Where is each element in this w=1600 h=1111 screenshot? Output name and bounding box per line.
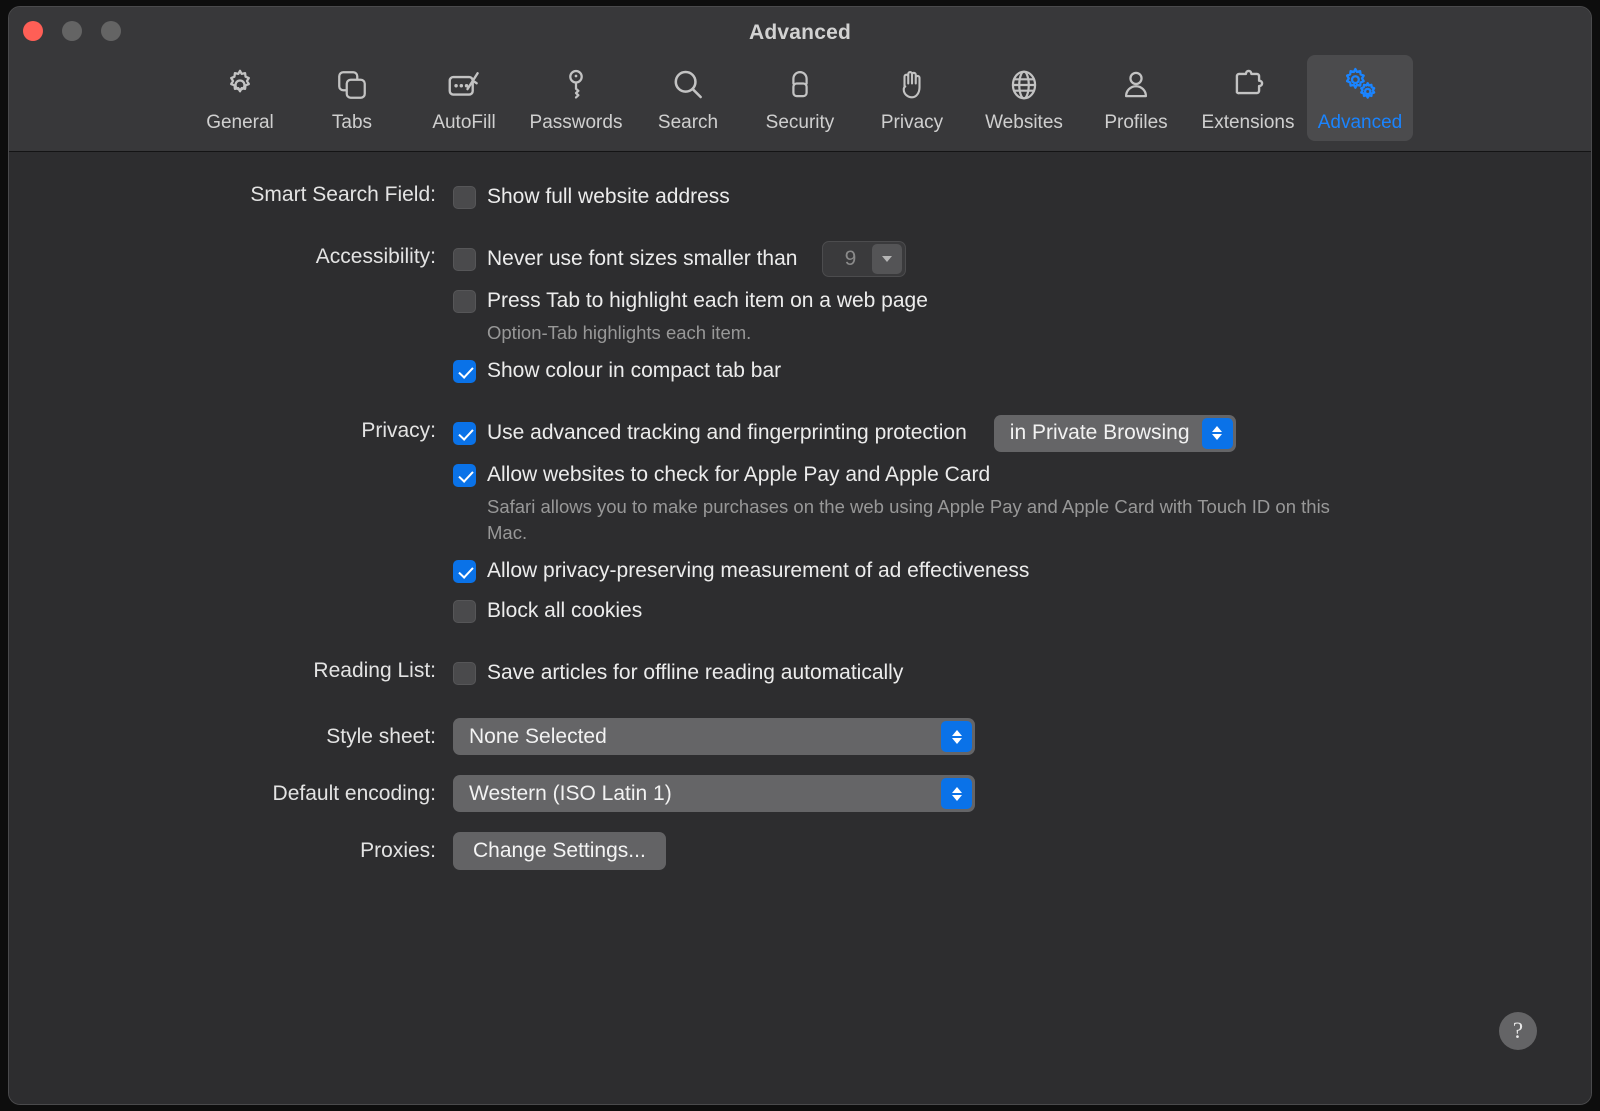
checkbox-box[interactable] [453, 360, 476, 383]
privacy-label: Privacy: [9, 416, 453, 446]
default-encoding-value: Western (ISO Latin 1) [469, 782, 672, 806]
tab-label: Websites [985, 112, 1063, 134]
tab-advanced[interactable]: Advanced [1307, 55, 1413, 141]
tab-label: General [206, 112, 274, 134]
default-encoding-label: Default encoding: [9, 775, 453, 812]
row-privacy: Privacy: Use advanced tracking and finge… [9, 416, 1591, 628]
row-smart-search-field: Smart Search Field: Show full website ad… [9, 180, 1591, 214]
press-tab-help-text: Option-Tab highlights each item. [453, 320, 1333, 346]
tab-label: Privacy [881, 112, 943, 134]
tab-general[interactable]: General [187, 55, 293, 141]
checkbox-label: Allow websites to check for Apple Pay an… [487, 463, 990, 487]
default-encoding-popup[interactable]: Western (ISO Latin 1) [453, 775, 975, 812]
tab-label: Advanced [1318, 112, 1403, 134]
chevron-updown-icon [941, 721, 972, 752]
gears-icon [1340, 64, 1380, 106]
settings-content: Smart Search Field: Show full website ad… [9, 152, 1591, 1104]
checkbox-label: Block all cookies [487, 599, 642, 623]
titlebar-region: Advanced General T [9, 7, 1591, 152]
checkbox-box[interactable] [453, 600, 476, 623]
tab-label: Security [766, 112, 835, 134]
tab-search[interactable]: Search [635, 55, 741, 141]
checkbox-label: Show full website address [487, 185, 730, 209]
tab-extensions[interactable]: Extensions [1195, 55, 1301, 141]
checkbox-label: Show colour in compact tab bar [487, 359, 781, 383]
checkbox-box[interactable] [453, 560, 476, 583]
window-title: Advanced [9, 21, 1591, 45]
tabs-icon [334, 64, 370, 106]
checkbox-minimum-font-size[interactable]: Never use font sizes smaller than 9 [453, 242, 1591, 276]
titlebar: Advanced [9, 7, 1591, 55]
checkbox-box[interactable] [453, 186, 476, 209]
checkbox-label: Press Tab to highlight each item on a we… [487, 289, 928, 313]
checkbox-press-tab-highlight[interactable]: Press Tab to highlight each item on a we… [453, 284, 1591, 318]
puzzle-icon [1229, 64, 1267, 106]
chevron-updown-icon [1202, 418, 1233, 449]
tab-label: Profiles [1104, 112, 1167, 134]
help-button[interactable]: ? [1499, 1012, 1537, 1050]
checkbox-advanced-tracking-protection[interactable]: Use advanced tracking and fingerprinting… [453, 416, 1591, 450]
chevron-updown-icon [941, 778, 972, 809]
key-icon [558, 64, 594, 106]
globe-icon [1005, 64, 1043, 106]
checkbox-box[interactable] [453, 662, 476, 685]
tab-label: Passwords [530, 112, 623, 134]
checkbox-box[interactable] [453, 464, 476, 487]
row-style-sheet: Style sheet: None Selected [9, 718, 1591, 755]
person-icon [1118, 64, 1154, 106]
tab-autofill[interactable]: AutoFill [411, 55, 517, 141]
minimum-font-size-popup[interactable]: 9 [822, 241, 906, 277]
hand-icon [894, 64, 930, 106]
row-accessibility: Accessibility: Never use font sizes smal… [9, 242, 1591, 388]
tab-profiles[interactable]: Profiles [1083, 55, 1189, 141]
smart-search-field-label: Smart Search Field: [9, 180, 453, 210]
tab-label: Extensions [1202, 112, 1295, 134]
chevron-down-icon [872, 244, 902, 274]
row-proxies: Proxies: Change Settings... [9, 832, 1591, 870]
style-sheet-popup[interactable]: None Selected [453, 718, 975, 755]
tracking-protection-scope-popup[interactable]: in Private Browsing [994, 415, 1236, 452]
proxies-label: Proxies: [9, 832, 453, 870]
tab-security[interactable]: Security [747, 55, 853, 141]
accessibility-label: Accessibility: [9, 242, 453, 272]
row-default-encoding: Default encoding: Western (ISO Latin 1) [9, 775, 1591, 812]
settings-toolbar: General Tabs [9, 55, 1591, 151]
checkbox-show-full-website-address[interactable]: Show full website address [453, 180, 1591, 214]
style-sheet-label: Style sheet: [9, 718, 453, 755]
tab-websites[interactable]: Websites [971, 55, 1077, 141]
tab-label: Tabs [332, 112, 372, 134]
change-settings-button[interactable]: Change Settings... [453, 832, 666, 870]
reading-list-label: Reading List: [9, 656, 453, 686]
tab-passwords[interactable]: Passwords [523, 55, 629, 141]
search-icon [669, 64, 707, 106]
checkbox-label: Save articles for offline reading automa… [487, 661, 903, 685]
apple-pay-help-text: Safari allows you to make purchases on t… [453, 494, 1333, 546]
checkbox-save-articles-offline[interactable]: Save articles for offline reading automa… [453, 656, 1591, 690]
tab-label: AutoFill [432, 112, 495, 134]
tab-label: Search [658, 112, 718, 134]
checkbox-box[interactable] [453, 290, 476, 313]
style-sheet-value: None Selected [469, 725, 607, 749]
row-reading-list: Reading List: Save articles for offline … [9, 656, 1591, 690]
settings-window: Advanced General T [8, 6, 1592, 1105]
checkbox-label: Allow privacy-preserving measurement of … [487, 559, 1029, 583]
checkbox-label: Use advanced tracking and fingerprinting… [487, 421, 967, 445]
checkbox-block-all-cookies[interactable]: Block all cookies [453, 594, 1591, 628]
autofill-icon [445, 64, 483, 106]
checkbox-ad-measurement[interactable]: Allow privacy-preserving measurement of … [453, 554, 1591, 588]
lock-icon [782, 64, 818, 106]
checkbox-apple-pay[interactable]: Allow websites to check for Apple Pay an… [453, 458, 1591, 492]
tab-privacy[interactable]: Privacy [859, 55, 965, 141]
checkbox-show-colour-compact-tab-bar[interactable]: Show colour in compact tab bar [453, 354, 1591, 388]
checkbox-box[interactable] [453, 422, 476, 445]
tab-tabs[interactable]: Tabs [299, 55, 405, 141]
checkbox-label: Never use font sizes smaller than [487, 247, 797, 271]
checkbox-box[interactable] [453, 248, 476, 271]
gear-icon [222, 64, 258, 106]
